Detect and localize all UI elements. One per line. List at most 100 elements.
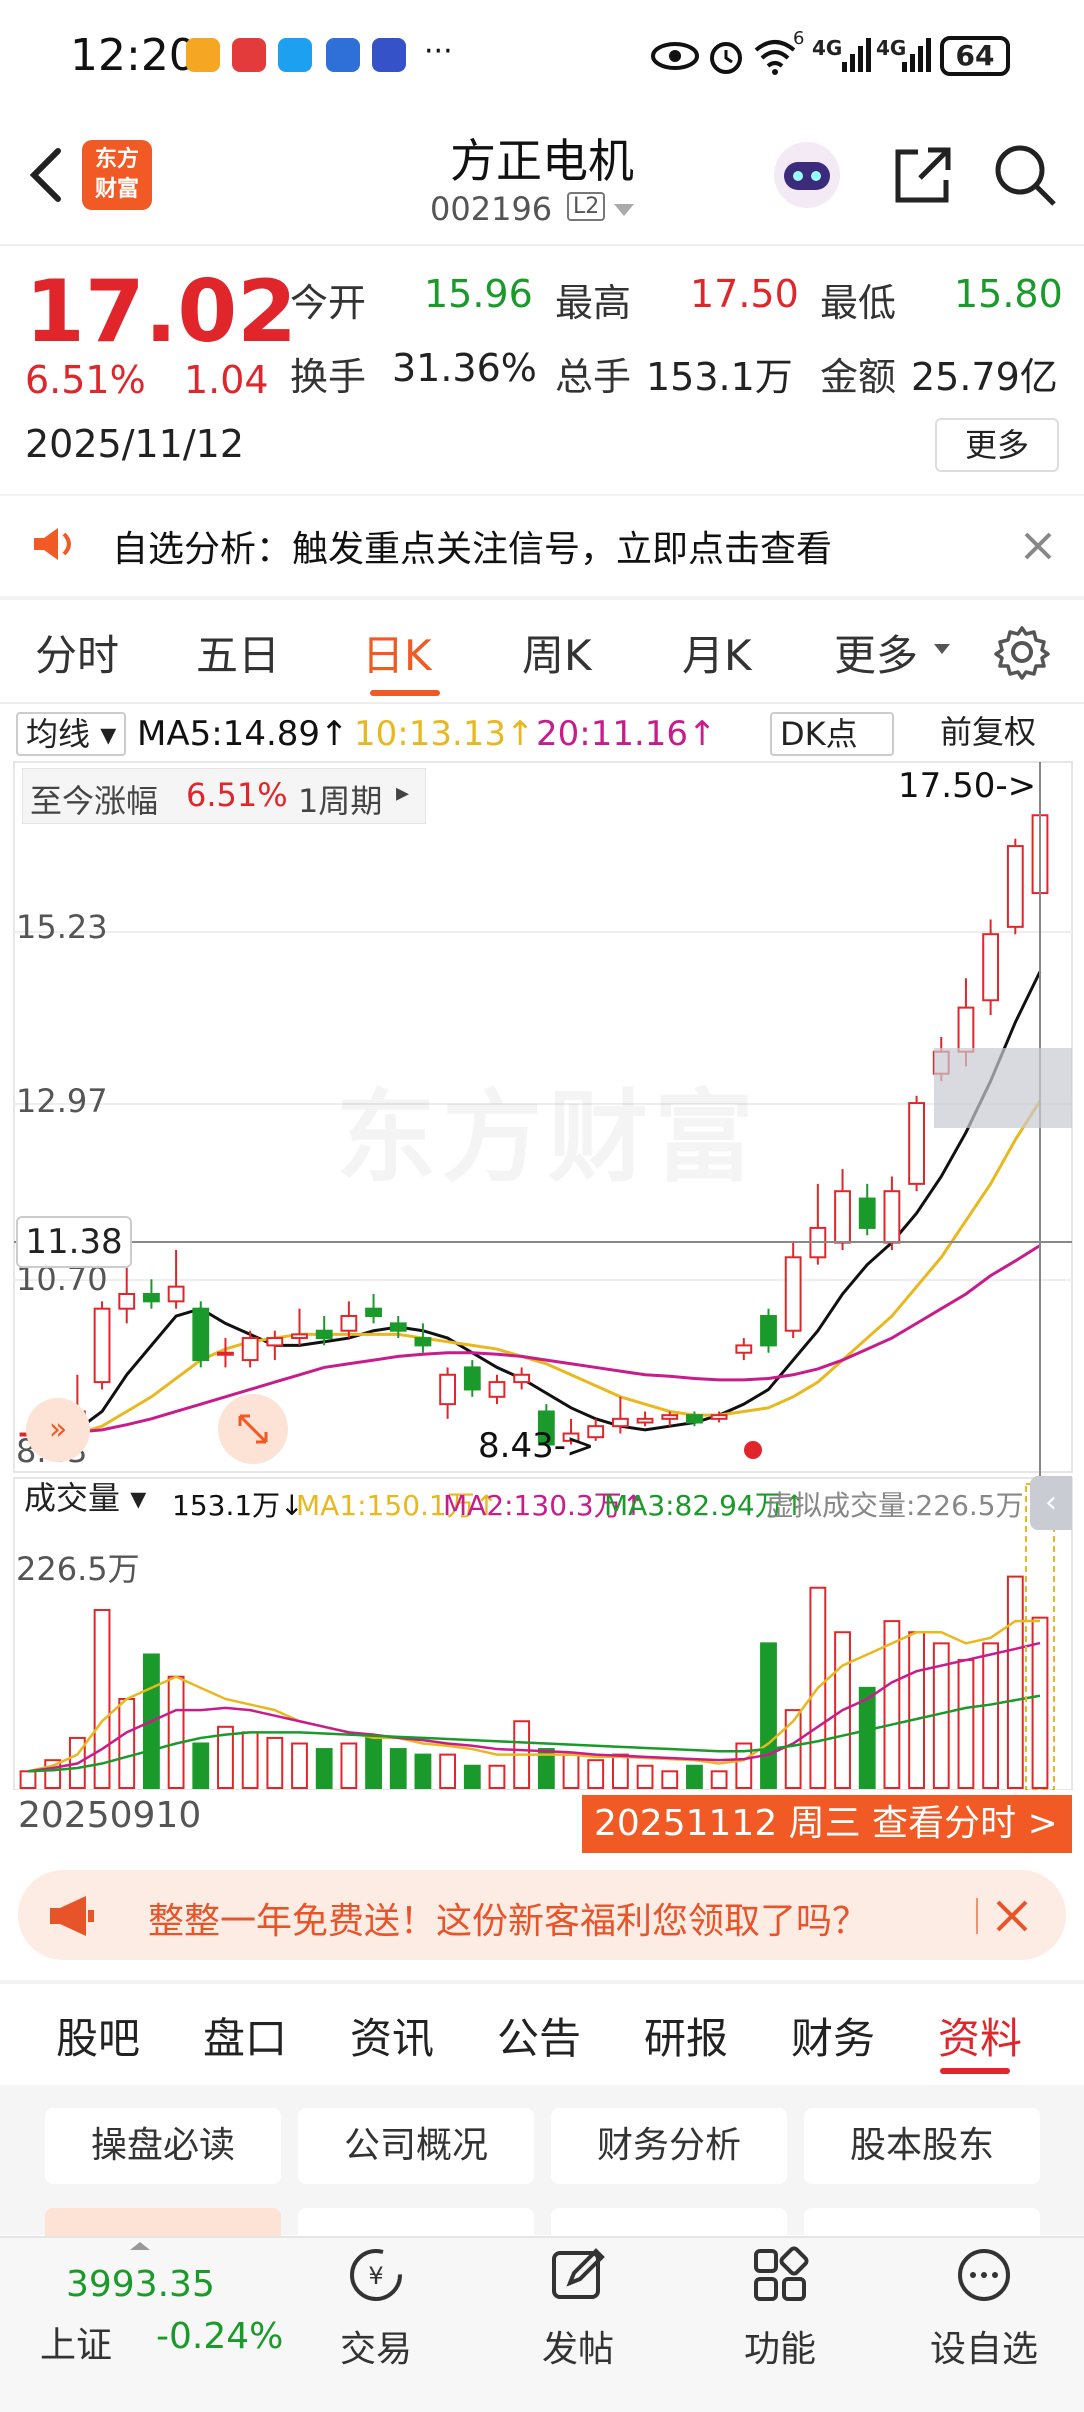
change-percent: 6.51% [25, 358, 146, 402]
active-tab-indicator [370, 690, 440, 696]
volume-bar [118, 1697, 136, 1790]
watermark: 东方财富 [336, 1056, 760, 1201]
index-name[interactable]: 上证 [40, 2316, 112, 2368]
volume-bar [636, 1764, 654, 1789]
settings-gear-icon[interactable] [994, 624, 1050, 680]
svg-text:¥: ¥ [368, 2262, 383, 2290]
expand-icon[interactable] [218, 1394, 288, 1464]
notification-app-icon [372, 38, 406, 72]
high-value: 17.50 [690, 272, 799, 316]
crosshair-price-label: 11.38 [16, 1216, 132, 1268]
volume-bar [192, 1742, 210, 1790]
more-quote-button[interactable]: 更多 [935, 418, 1059, 472]
financial-analysis-button[interactable]: 财务分析 [551, 2108, 787, 2184]
collapse-panel-button[interactable]: ‹ [1030, 1476, 1072, 1530]
notification-app-icon [186, 38, 220, 72]
megaphone-icon [50, 1896, 94, 1936]
volume-value-label: 153.1万↓ [172, 1489, 304, 1522]
chevron-down-icon[interactable] [612, 202, 636, 218]
functions-grid-icon[interactable] [750, 2245, 810, 2305]
tab-five-day[interactable]: 五日 [196, 622, 280, 683]
range-percent: 6.51% [186, 776, 288, 814]
volume-bar [439, 1753, 457, 1790]
kline-chart[interactable] [0, 760, 1084, 1790]
tab-monthly-k[interactable]: 月K [682, 622, 752, 683]
ai-assistant-icon[interactable] [772, 140, 842, 210]
eye-icon [651, 42, 699, 70]
tab-financials[interactable]: 财务 [791, 2005, 875, 2066]
amount-label: 金额 [820, 355, 897, 399]
volume-bar [488, 1764, 506, 1789]
nav-post[interactable]: 发帖 [498, 2320, 658, 2372]
low-marker: 8.43-> [478, 1426, 595, 1466]
volume-bar [611, 1753, 629, 1790]
tab-forum[interactable]: 股吧 [56, 2005, 140, 2066]
search-icon[interactable] [990, 140, 1060, 210]
candle [784, 1242, 802, 1339]
profile-button-partial[interactable] [804, 2208, 1040, 2238]
battery-indicator: 64 [940, 36, 1010, 76]
volume-bar [562, 1753, 580, 1790]
fold-left-icon[interactable]: » [26, 1398, 90, 1462]
trade-icon[interactable]: ¥ [346, 2245, 406, 2305]
message-app-icon [278, 38, 312, 72]
post-edit-icon[interactable] [548, 2245, 608, 2305]
close-icon[interactable] [1022, 530, 1054, 562]
volume-bar [315, 1748, 333, 1789]
profile-button-partial[interactable] [551, 2208, 787, 2238]
price-adjust-button[interactable]: 前复权 [932, 712, 1064, 756]
candle [192, 1301, 210, 1368]
turnover-label: 换手 [290, 355, 367, 399]
profile-button-partial[interactable] [45, 2208, 281, 2238]
view-intraday-button[interactable]: 20251112 周三 查看分时 > [582, 1795, 1072, 1853]
index-change[interactable]: -0.24% [156, 2316, 283, 2357]
tab-order-book[interactable]: 盘口 [203, 2005, 287, 2066]
volume-bar [19, 1770, 37, 1790]
tab-announcements[interactable]: 公告 [497, 2005, 581, 2066]
tab-daily-k[interactable]: 日K [362, 622, 432, 683]
notice-text[interactable]: 自选分析：触发重点关注信号，立即点击查看 [112, 520, 832, 572]
volume-indicator-selector[interactable]: 成交量 ▾ [16, 1478, 154, 1522]
status-bar: 12:20 ··· 6 4G 4G 64 [0, 0, 1084, 110]
tab-profile[interactable]: 资料 [938, 2005, 1022, 2066]
notification-app-icon [232, 38, 266, 72]
high-label: 最高 [555, 281, 632, 325]
nav-functions[interactable]: 功能 [700, 2320, 860, 2372]
open-value: 15.96 [424, 272, 533, 316]
ma5-label: MA5:14.89↑ [137, 714, 349, 754]
current-price: 17.02 [25, 262, 298, 362]
amount-value: 25.79亿 [911, 355, 1058, 399]
close-icon[interactable] [994, 1898, 1030, 1934]
nav-trade[interactable]: 交易 [296, 2320, 456, 2372]
wifi-icon [754, 40, 796, 75]
company-overview-button[interactable]: 公司概况 [298, 2108, 534, 2184]
index-value[interactable]: 3993.35 [66, 2264, 215, 2305]
volume-bar [710, 1770, 728, 1790]
profile-button-partial[interactable] [298, 2208, 534, 2238]
alarm-icon [710, 42, 742, 74]
indicator-selector[interactable]: 均线 ▾ [16, 712, 127, 756]
tab-intraday[interactable]: 分时 [35, 622, 119, 683]
share-icon[interactable] [888, 140, 958, 210]
dk-point-button[interactable]: DK点 [770, 712, 894, 756]
signal-icon [902, 38, 931, 72]
tab-research[interactable]: 研报 [644, 2005, 728, 2066]
change-amount: 1.04 [184, 358, 269, 402]
volume-bar [241, 1731, 259, 1789]
trading-essentials-button[interactable]: 操盘必读 [45, 2108, 281, 2184]
volume-max-label: 226.5万 [16, 1550, 140, 1588]
tab-news[interactable]: 资讯 [350, 2005, 434, 2066]
tab-more[interactable]: 更多 [834, 622, 918, 683]
caret-up-icon [130, 2242, 150, 2250]
promo-text[interactable]: 整整一年免费送！这份新客福利您领取了吗？ [148, 1892, 868, 1944]
range-label: 至今涨幅 [30, 782, 159, 820]
level2-badge[interactable]: L2 [567, 192, 606, 221]
chevron-right-icon: ▸ [396, 778, 410, 808]
nav-add-watchlist[interactable]: 设自选 [904, 2320, 1064, 2372]
tab-weekly-k[interactable]: 周K [522, 622, 592, 683]
more-options-icon[interactable] [954, 2245, 1014, 2305]
shareholders-button[interactable]: 股本股东 [804, 2108, 1040, 2184]
divider [976, 1898, 978, 1934]
candle [760, 1308, 777, 1353]
volume-bar [463, 1764, 481, 1789]
